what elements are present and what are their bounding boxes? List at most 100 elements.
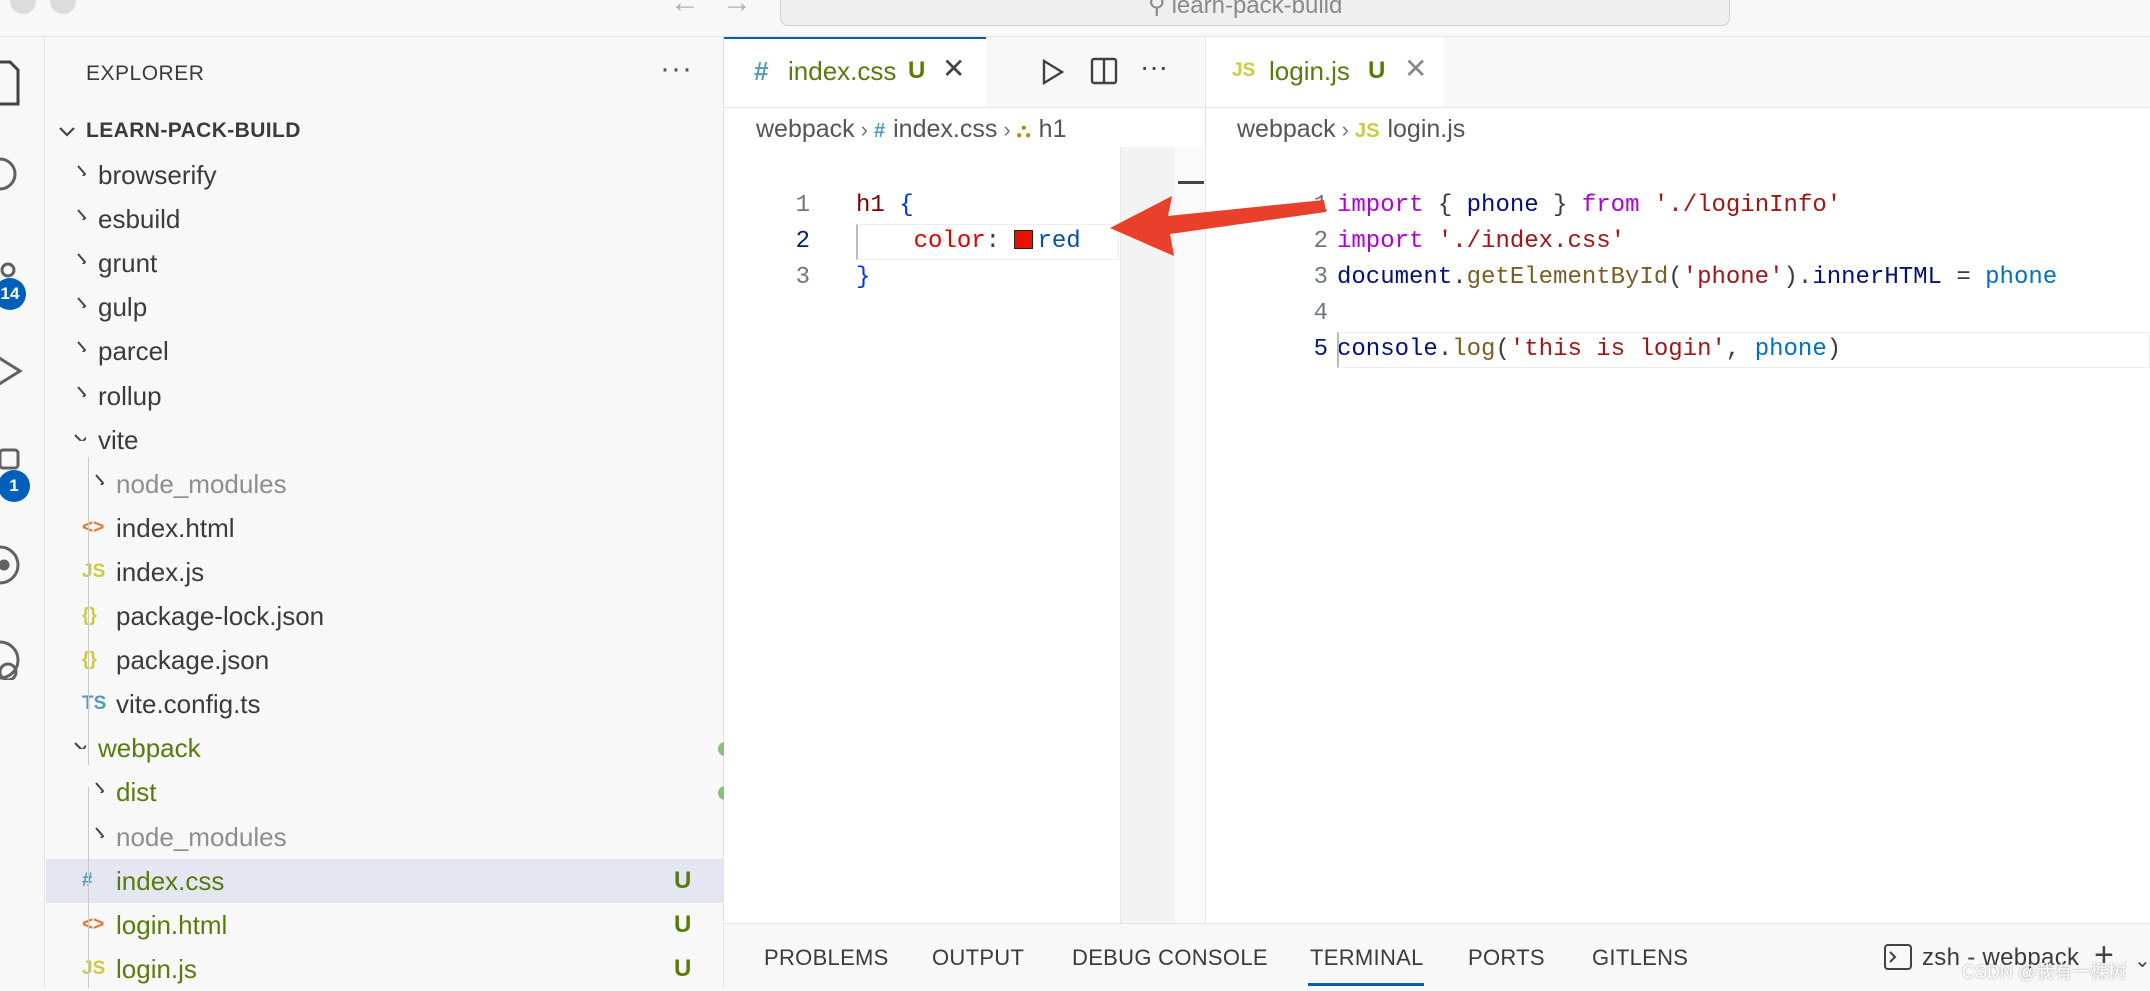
chevron-right-icon (95, 474, 104, 485)
code-token: document (1337, 264, 1453, 291)
tree-file[interactable]: JS index.js (46, 550, 723, 594)
tree-file[interactable]: {} package-lock.json (46, 594, 723, 638)
chevron-down-icon (74, 433, 86, 441)
json-file-icon: {} (82, 605, 97, 626)
tree-folder[interactable]: webpack (46, 726, 732, 770)
code-line[interactable]: document.getElementById('phone').innerHT… (1337, 260, 2057, 296)
js-file-icon: JS (1232, 60, 1256, 81)
line-number: 4 (1313, 300, 1328, 327)
tree-item-label: grunt (98, 248, 158, 279)
git-status-badge: U (674, 910, 692, 938)
tree-item-label: vite (98, 424, 139, 455)
tree-item-label: rollup (98, 380, 162, 411)
code-token: phone (1466, 192, 1539, 219)
chevron-right-icon (77, 165, 86, 176)
code-line[interactable]: import './index.css' (1337, 224, 1625, 260)
workspace-root-label: LEARN-PACK-BUILD (86, 119, 301, 142)
split-editor-icon[interactable] (1090, 57, 1120, 85)
tree-file[interactable]: <> index.html (46, 506, 723, 550)
code-token: import (1337, 228, 1424, 255)
breadcrumb-folder[interactable]: webpack (756, 115, 855, 143)
tree-folder[interactable]: parcel (46, 329, 723, 373)
tree-folder[interactable]: gulp (46, 285, 723, 329)
chevron-right-icon (77, 209, 86, 221)
more-actions-icon[interactable]: ··· (660, 52, 693, 86)
chevron-right-icon: › (1003, 117, 1011, 142)
tree-folder[interactable]: esbuild (46, 197, 723, 241)
tab-label: login.js (1269, 56, 1350, 86)
js-file-icon: JS (82, 560, 106, 582)
editor-more-icon[interactable]: ··· (1140, 51, 1168, 83)
chevron-right-icon (77, 253, 86, 265)
source-control-icon[interactable] (0, 262, 16, 278)
remote-explorer-icon[interactable] (0, 545, 20, 585)
code-token: ). (1783, 264, 1813, 291)
tree-item-label: package.json (116, 645, 270, 676)
tree-folder[interactable]: node_modules (46, 815, 723, 859)
back-arrow-icon[interactable]: ← (670, 0, 700, 18)
html-file-icon: <> (82, 913, 105, 935)
tree-item-label: package-lock.json (116, 601, 325, 631)
tree-folder[interactable]: grunt (46, 241, 723, 285)
explorer-title: EXPLORER (86, 62, 205, 85)
command-center-label: ⚲ learn-pack-build (1148, 0, 1342, 18)
code-line[interactable]: h1 { (856, 188, 914, 224)
close-icon[interactable]: ✕ (1404, 55, 1427, 83)
line-number: 1 (795, 192, 810, 219)
code-line[interactable]: } (856, 260, 870, 296)
tree-file[interactable]: <> login.html U (46, 903, 723, 947)
chevron-down-icon[interactable]: ⌄ (2134, 948, 2150, 973)
git-status-badge: U (674, 954, 692, 982)
tree-file[interactable]: JS login.js U (46, 947, 723, 991)
code-token: import (1337, 192, 1424, 219)
symbol-tree-icon: ⛬ (1016, 120, 1031, 142)
tab-gitlens[interactable]: GITLENS (1592, 945, 1688, 971)
forward-arrow-icon[interactable]: → (722, 0, 752, 18)
search-activity-icon[interactable] (0, 157, 17, 191)
tab-terminal[interactable]: TERMINAL (1310, 945, 1424, 971)
js-file-icon: JS (82, 957, 106, 979)
gitlens-icon[interactable] (0, 640, 20, 680)
tab-login-js[interactable]: JS login.js U ✕ (1206, 37, 1444, 107)
code-token: ( (1668, 264, 1683, 291)
tab-status: U (1368, 57, 1386, 84)
tree-folder[interactable]: rollup (46, 374, 723, 418)
editor-group-right[interactable]: JS login.js U ✕ webpack›JSlogin.js 1impo… (1205, 37, 2150, 923)
tab-ports[interactable]: PORTS (1468, 945, 1545, 971)
code-token: 'phone' (1682, 264, 1784, 291)
tree-folder[interactable]: browserify (46, 153, 723, 197)
tab-index-css[interactable]: # index.css U ✕ (724, 37, 986, 107)
tree-item-label: vite.config.ts (116, 689, 261, 720)
extensions-icon[interactable] (0, 448, 20, 470)
breadcrumb-symbol[interactable]: h1 (1039, 115, 1067, 143)
tree-file[interactable]: #index.cssU (46, 858, 723, 903)
tree-item-label: esbuild (98, 204, 181, 235)
tree-item-label: webpack (98, 733, 201, 764)
close-icon[interactable]: ✕ (942, 55, 965, 83)
tab-label: index.css (788, 56, 897, 86)
tree-folder[interactable]: node_modules (46, 462, 723, 506)
tab-problems[interactable]: PROBLEMS (764, 945, 889, 971)
tree-folder[interactable]: dist (46, 770, 732, 814)
run-icon[interactable] (1040, 57, 1066, 87)
breadcrumb: webpack › # index.css › ⛬ h1 (756, 115, 1066, 147)
files-icon[interactable] (0, 60, 20, 106)
line-number: 5 (1313, 336, 1328, 363)
run-debug-icon[interactable] (0, 356, 23, 386)
tree-folder[interactable]: vite (46, 418, 723, 462)
code-line[interactable]: import { phone } from './loginInfo' (1337, 188, 1841, 224)
tab-status: U (908, 57, 926, 84)
watermark: CSDN @我有一棵树 (1962, 962, 2127, 982)
code-token: './index.css' (1437, 228, 1626, 255)
tree-file[interactable]: TS vite.config.ts (46, 682, 723, 726)
breadcrumb-file[interactable]: index.css (893, 115, 997, 143)
breadcrumb-file[interactable]: login.js (1387, 115, 1465, 143)
tab-debug-console[interactable]: DEBUG CONSOLE (1072, 945, 1268, 971)
code-token: { (899, 192, 914, 219)
tree-item-label: login.js (116, 953, 197, 984)
code-token: innerHTML (1812, 264, 1942, 291)
breadcrumb-folder[interactable]: webpack (1237, 115, 1336, 143)
tree-file[interactable]: {} package.json (46, 638, 723, 682)
tab-output[interactable]: OUTPUT (932, 945, 1024, 971)
